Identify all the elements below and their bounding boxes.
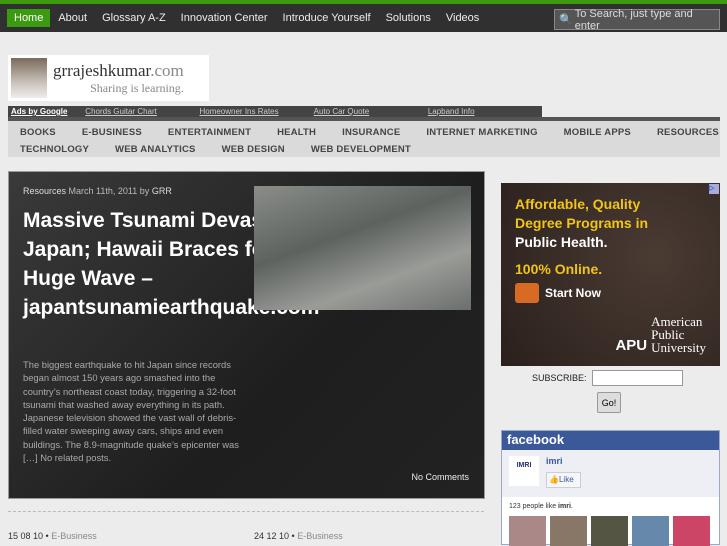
nav-videos[interactable]: Videos (439, 9, 486, 27)
author-photo (11, 58, 47, 98)
search-placeholder: To Search, just type and enter (574, 7, 693, 32)
featured-post: Resources March 11th, 2011 by GRR Massiv… (8, 171, 485, 499)
subscribe-go-button[interactable]: Go! (597, 392, 621, 413)
divider (8, 511, 484, 512)
page-logo[interactable]: IMRI (509, 456, 539, 486)
fan-faces (502, 516, 719, 546)
site-name-tld: .com (150, 60, 184, 80)
sidebar-ad[interactable]: ▷ Affordable, Quality Degree Programs in… (501, 183, 720, 366)
ad-link[interactable]: Auto Car Quote (314, 107, 428, 116)
ad-links-bar: Ads by Google Chords Guitar Chart Homeow… (8, 106, 542, 117)
fan-avatar[interactable] (550, 516, 587, 546)
nav-solutions[interactable]: Solutions (379, 9, 438, 27)
fan-avatar[interactable] (591, 516, 628, 546)
ad-link[interactable]: Chords Guitar Chart (85, 107, 199, 116)
category-e-business[interactable]: E-BUSINESS (82, 125, 142, 142)
separator: • (289, 531, 298, 541)
recent-category[interactable]: E-Business (51, 531, 97, 541)
nav-about[interactable]: About (51, 9, 94, 27)
recent-category[interactable]: E-Business (297, 531, 343, 541)
category-nav: BOOKS E-BUSINESS ENTERTAINMENT HEALTH IN… (8, 117, 720, 157)
facebook-like-box: facebook IMRI imri 👍Like 123 people like… (501, 430, 720, 546)
nav-innovation-center[interactable]: Innovation Center (174, 9, 275, 27)
recent-post: 15 08 10 • E-Business (8, 531, 97, 541)
download-icon (515, 283, 539, 303)
post-excerpt: The biggest earthquake to hit Japan sinc… (23, 359, 239, 464)
ad-line: 100% Online. (515, 261, 603, 277)
ad-start-now-button[interactable]: Start Now (515, 283, 706, 303)
site-tagline: Sharing is learning. (90, 80, 184, 95)
nav-introduce-yourself[interactable]: Introduce Yourself (276, 9, 378, 27)
fan-avatar[interactable] (632, 516, 669, 546)
post-author[interactable]: GRR (152, 186, 172, 196)
post-meta: Resources March 11th, 2011 by GRR (23, 186, 172, 196)
ads-by-google[interactable]: Ads by Google (11, 107, 85, 116)
like-count: 123 people like imri. (502, 497, 719, 516)
nav-home[interactable]: Home (7, 9, 51, 27)
thumbs-up-icon: 👍 (549, 475, 559, 484)
nav-glossary[interactable]: Glossary A-Z (95, 9, 173, 27)
subscribe-label: SUBSCRIBE: (532, 373, 587, 383)
separator: • (43, 531, 52, 541)
recent-date: 24 12 10 (254, 531, 290, 541)
search-icon: 🔍 (559, 14, 573, 26)
ad-link[interactable]: Lapband Info (428, 107, 542, 116)
category-resources[interactable]: RESOURCES (657, 125, 719, 142)
subscribe-email-input[interactable] (591, 370, 683, 386)
site-name: grrajeshkumar.com (53, 61, 184, 81)
category-web-analytics[interactable]: WEB ANALYTICS (115, 142, 196, 159)
facebook-page-info: IMRI imri 👍Like (502, 450, 719, 497)
like-count-end: . (570, 503, 573, 510)
post-category[interactable]: Resources (23, 186, 66, 196)
subscribe-form: SUBSCRIBE: (532, 370, 683, 386)
category-entertainment[interactable]: ENTERTAINMENT (168, 125, 251, 142)
recent-post: 24 12 10 • E-Business (254, 531, 343, 541)
comments-link[interactable]: No Comments (411, 472, 469, 482)
post-date: March 11th, 2011 (68, 186, 138, 196)
facebook-like-button[interactable]: 👍Like (546, 472, 581, 488)
category-mobile-apps[interactable]: MOBILE APPS (564, 125, 631, 142)
site-name-main: grrajeshkumar (53, 60, 151, 80)
category-insurance[interactable]: INSURANCE (342, 125, 400, 142)
search-input[interactable]: 🔍 To Search, just type and enter (554, 7, 720, 32)
recent-date: 15 08 10 (8, 531, 44, 541)
apu-name: University (651, 340, 706, 355)
facebook-header: facebook (502, 431, 719, 450)
like-count-text: 123 people like (509, 503, 559, 510)
category-internet-marketing[interactable]: INTERNET MARKETING (426, 125, 537, 142)
category-books[interactable]: BOOKS (20, 125, 56, 142)
category-technology[interactable]: TECHNOLOGY (20, 142, 89, 159)
category-web-design[interactable]: WEB DESIGN (222, 142, 285, 159)
ad-link[interactable]: Homeowner Ins Rates (199, 107, 313, 116)
apu-logo: APU American Public University (615, 315, 706, 354)
category-health[interactable]: HEALTH (277, 125, 316, 142)
post-thumbnail[interactable] (254, 186, 471, 310)
fan-avatar[interactable] (509, 516, 546, 546)
page-name[interactable]: imri (546, 456, 563, 466)
category-web-development[interactable]: WEB DEVELOPMENT (311, 142, 411, 159)
adchoices-icon[interactable]: ▷ (709, 184, 719, 194)
apu-mark: APU (615, 337, 648, 354)
ad-line: Affordable, Quality (515, 196, 641, 212)
ad-cta-label: Start Now (545, 286, 602, 300)
ad-line: Degree Programs in (515, 215, 649, 231)
site-logo[interactable]: grrajeshkumar.com Sharing is learning. (8, 55, 209, 101)
like-label: Like (558, 475, 574, 484)
like-count-page: imri (558, 503, 571, 510)
post-by: by (139, 186, 150, 196)
ad-line: Public Health. (515, 234, 608, 250)
fan-avatar[interactable] (673, 516, 710, 546)
